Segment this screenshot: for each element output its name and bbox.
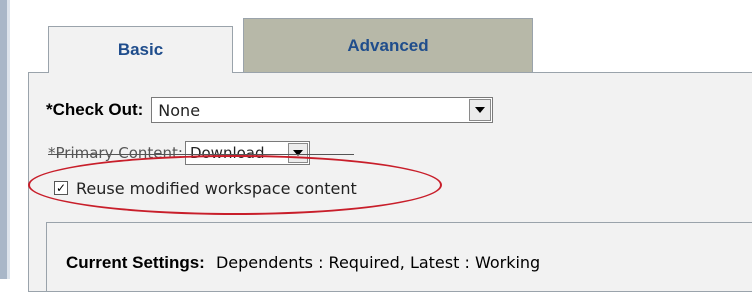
tab-basic[interactable]: Basic [48, 26, 233, 73]
current-settings-label: Current Settings: [66, 253, 205, 272]
strikethrough-line [48, 154, 354, 155]
checkout-label: *Check Out: [46, 100, 144, 119]
current-settings-row: Current Settings: Dependents : Required,… [66, 253, 540, 273]
checkout-select-value: None [158, 100, 201, 120]
left-border-strip-light [7, 0, 10, 279]
current-settings-value: Dependents : Required, Latest : Working [215, 253, 541, 272]
checkout-select[interactable]: None [151, 97, 494, 123]
highlight-ellipse-annotation [28, 155, 442, 215]
left-border-strip [0, 0, 7, 279]
tab-advanced[interactable]: Advanced [243, 18, 533, 72]
checkout-row: *Check Out: None [46, 97, 494, 123]
chevron-down-icon[interactable] [469, 99, 492, 121]
